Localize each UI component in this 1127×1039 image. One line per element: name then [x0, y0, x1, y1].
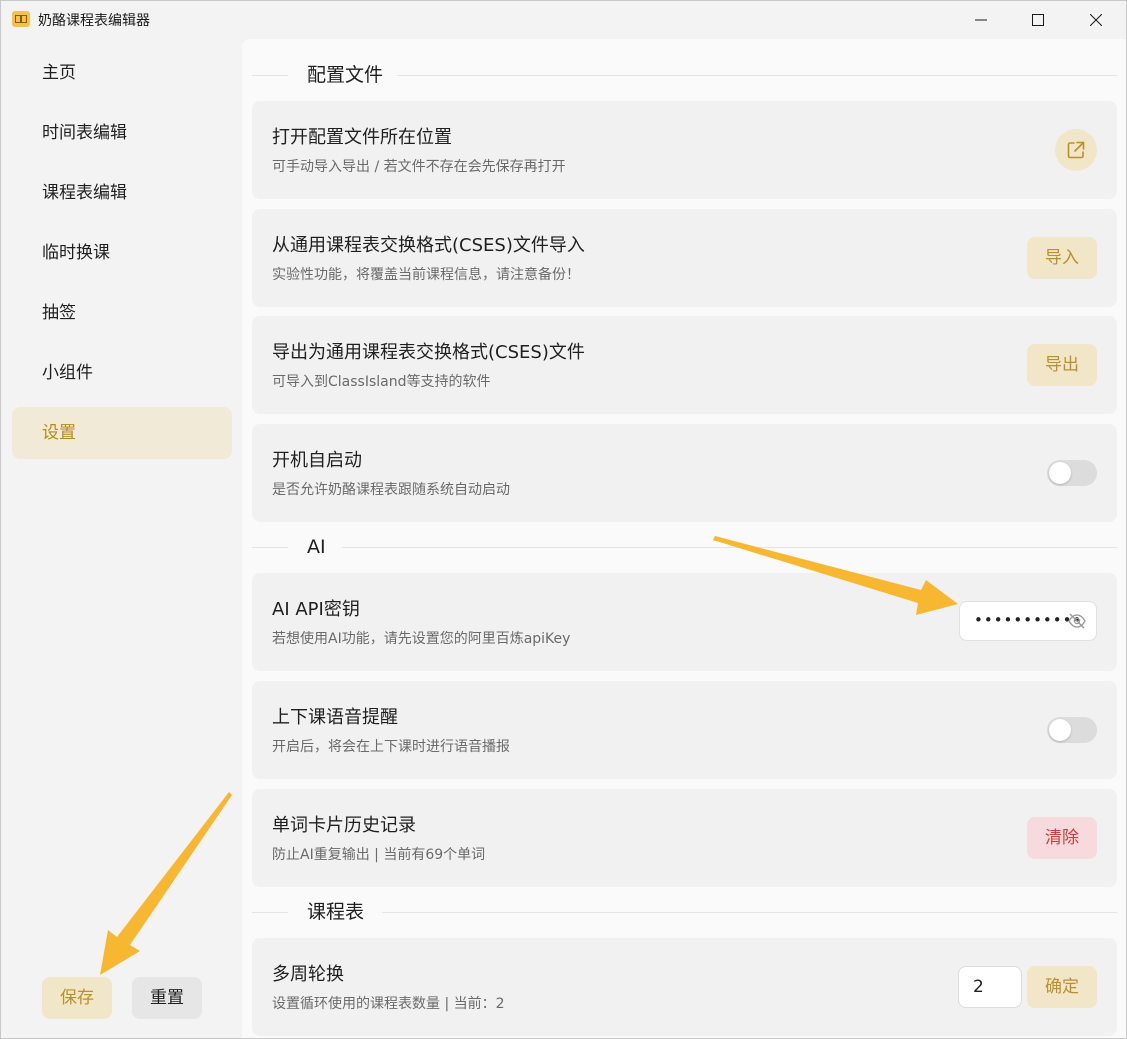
divider	[392, 75, 1117, 76]
card-title: 上下课语音提醒	[272, 707, 398, 728]
section-title: AI	[307, 535, 340, 559]
title-bar: 奶酪课程表编辑器	[1, 1, 1126, 39]
card-multi-week: 多周轮换 设置循环使用的课程表数量 | 当前：2 2 确定	[252, 938, 1117, 1036]
card-title: 打开配置文件所在位置	[272, 127, 452, 148]
api-key-input[interactable]: •••••••••••	[959, 601, 1097, 641]
toggle-knob	[1049, 462, 1071, 484]
section-header-ai: AI	[252, 535, 1117, 559]
divider	[252, 75, 288, 76]
open-external-icon	[1067, 141, 1085, 159]
card-description: 可手动导入导出 / 若文件不存在会先保存再打开	[272, 159, 566, 175]
voice-reminder-toggle[interactable]	[1047, 717, 1097, 743]
card-title: 导出为通用课程表交换格式(CSES)文件	[272, 342, 585, 363]
card-title: 从通用课程表交换格式(CSES)文件导入	[272, 235, 585, 256]
card-description: 防止AI重复输出 | 当前有69个单词	[272, 847, 486, 863]
minimize-icon	[975, 19, 987, 21]
sidebar-item-home[interactable]: 主页	[12, 47, 232, 99]
window-title: 奶酪课程表编辑器	[38, 13, 150, 29]
open-config-button[interactable]	[1055, 129, 1097, 171]
clear-button[interactable]: 清除	[1027, 817, 1097, 859]
sidebar-item-schedule-edit[interactable]: 课程表编辑	[12, 167, 232, 219]
sidebar-item-temp-swap[interactable]: 临时换课	[12, 227, 232, 279]
close-button[interactable]	[1067, 1, 1125, 39]
card-title: 多周轮换	[272, 964, 344, 985]
sidebar-item-timetable-edit[interactable]: 时间表编辑	[12, 107, 232, 159]
divider	[252, 912, 288, 913]
maximize-button[interactable]	[1009, 1, 1067, 39]
import-button[interactable]: 导入	[1027, 237, 1097, 279]
app-logo-icon	[12, 11, 30, 27]
api-key-masked-value: •••••••••••	[974, 611, 1083, 629]
card-open-config: 打开配置文件所在位置 可手动导入导出 / 若文件不存在会先保存再打开	[252, 101, 1117, 199]
card-description: 是否允许奶酪课程表跟随系统自动启动	[272, 482, 510, 498]
section-title: 配置文件	[307, 63, 398, 87]
week-count-input[interactable]: 2	[958, 966, 1022, 1008]
eye-off-icon[interactable]	[1068, 613, 1086, 629]
card-export-cses: 导出为通用课程表交换格式(CSES)文件 可导入到ClassIsland等支持的…	[252, 316, 1117, 414]
card-import-cses: 从通用课程表交换格式(CSES)文件导入 实验性功能，将覆盖当前课程信息，请注意…	[252, 209, 1117, 307]
divider	[382, 912, 1117, 913]
app-window: 奶酪课程表编辑器 主页 时间表编辑 课程表编辑 临时换课 抽签 小组件 设置 保…	[0, 0, 1127, 1039]
card-title: 单词卡片历史记录	[272, 815, 416, 836]
card-description: 开启后，将会在上下课时进行语音播报	[272, 739, 510, 755]
card-ai-key: AI API密钥 若想使用AI功能，请先设置您的阿里百炼apiKey •••••…	[252, 573, 1117, 671]
sidebar-item-settings[interactable]: 设置	[12, 407, 232, 459]
sidebar-item-widgets[interactable]: 小组件	[12, 347, 232, 399]
card-word-history: 单词卡片历史记录 防止AI重复输出 | 当前有69个单词 清除	[252, 789, 1117, 887]
card-title: 开机自启动	[272, 450, 362, 471]
sidebar: 主页 时间表编辑 课程表编辑 临时换课 抽签 小组件 设置 保存 重置	[1, 39, 242, 1038]
section-header-config: 配置文件	[252, 63, 1117, 87]
toggle-knob	[1049, 719, 1071, 741]
divider	[342, 547, 1117, 548]
maximize-icon	[1032, 14, 1044, 26]
section-title: 课程表	[307, 900, 379, 924]
export-button[interactable]: 导出	[1027, 344, 1097, 386]
sidebar-item-lottery[interactable]: 抽签	[12, 287, 232, 339]
card-title: AI API密钥	[272, 599, 360, 620]
section-header-schedule: 课程表	[252, 900, 1117, 924]
close-icon	[1090, 14, 1102, 26]
confirm-button[interactable]: 确定	[1027, 966, 1097, 1008]
card-description: 可导入到ClassIsland等支持的软件	[272, 374, 491, 390]
card-description: 若想使用AI功能，请先设置您的阿里百炼apiKey	[272, 631, 571, 647]
card-voice-reminder: 上下课语音提醒 开启后，将会在上下课时进行语音播报	[252, 681, 1117, 779]
save-button[interactable]: 保存	[42, 977, 112, 1019]
reset-button[interactable]: 重置	[132, 977, 202, 1019]
minimize-button[interactable]	[952, 1, 1010, 39]
card-description: 设置循环使用的课程表数量 | 当前：2	[272, 996, 505, 1012]
card-autostart: 开机自启动 是否允许奶酪课程表跟随系统自动启动	[252, 424, 1117, 522]
settings-panel: 配置文件 打开配置文件所在位置 可手动导入导出 / 若文件不存在会先保存再打开 …	[242, 39, 1126, 1038]
autostart-toggle[interactable]	[1047, 460, 1097, 486]
card-description: 实验性功能，将覆盖当前课程信息，请注意备份！	[272, 267, 580, 283]
divider	[252, 547, 288, 548]
